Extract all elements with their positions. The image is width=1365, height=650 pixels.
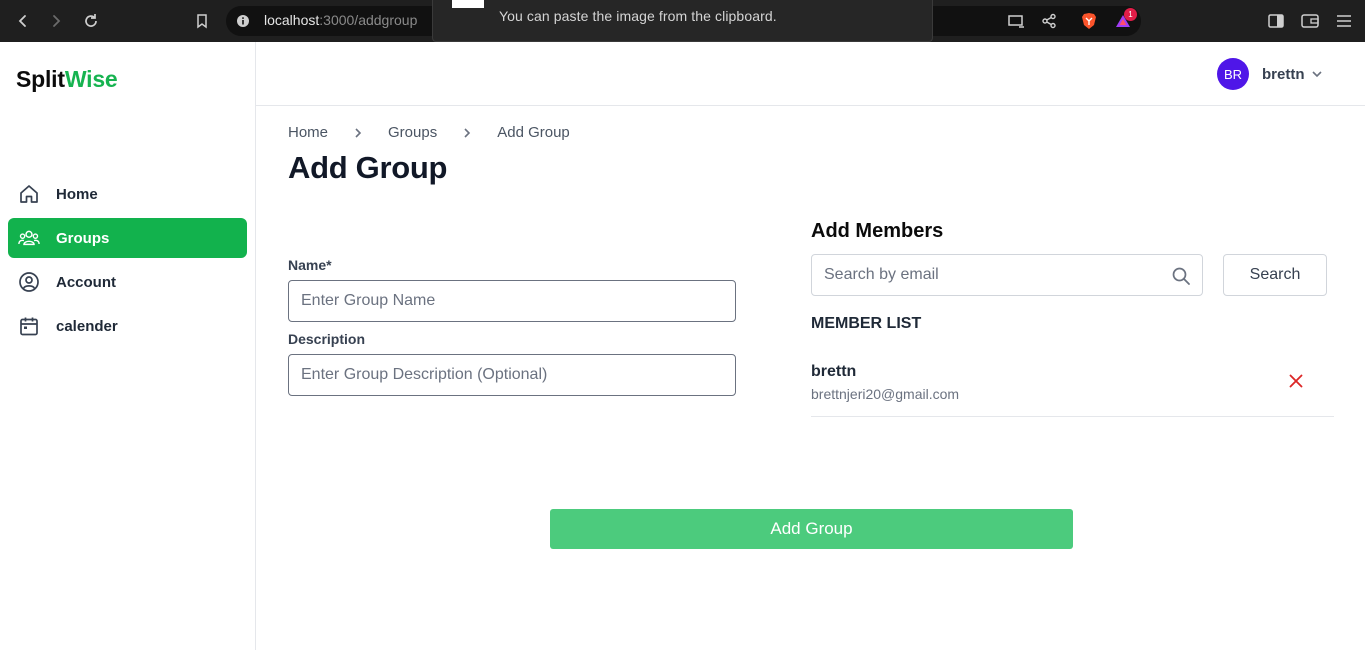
url-text: localhost:3000/addgroup (264, 12, 418, 28)
name-label: Name* (288, 257, 332, 273)
menu-icon[interactable] (1333, 10, 1355, 32)
chevron-right-icon (350, 125, 366, 141)
bookmark-icon[interactable] (191, 10, 213, 32)
sidebar: SplitWise Home Groups Account calender (0, 42, 256, 650)
chevron-down-icon[interactable] (1309, 66, 1325, 82)
sidebar-toggle-icon[interactable] (1265, 10, 1287, 32)
users-icon (18, 227, 40, 249)
add-members-heading: Add Members (811, 220, 944, 242)
cast-icon[interactable] (1005, 10, 1027, 32)
remove-member-button[interactable] (1287, 374, 1305, 392)
page-title: Add Group (288, 150, 448, 185)
clipboard-thumbnail (452, 0, 484, 8)
home-icon (18, 183, 40, 205)
breadcrumb-groups[interactable]: Groups (388, 124, 437, 141)
group-description-input[interactable] (288, 354, 736, 396)
close-icon (1289, 374, 1303, 393)
description-label: Description (288, 331, 366, 347)
share-icon[interactable] (1038, 10, 1060, 32)
clipboard-toast: You can paste the image from the clipboa… (432, 0, 933, 42)
browser-toolbar: localhost:3000/addgroup You can paste th… (0, 0, 1365, 42)
wallet-icon[interactable] (1299, 10, 1321, 32)
site-info-icon[interactable] (232, 10, 254, 32)
breadcrumb-home[interactable]: Home (288, 124, 328, 141)
sidebar-item-label: calender (56, 317, 118, 335)
user-circle-icon (18, 271, 40, 293)
member-name: brettn (811, 363, 857, 380)
sidebar-item-label: Account (56, 273, 116, 291)
member-search-input[interactable] (811, 254, 1203, 296)
sidebar-item-account[interactable]: Account (8, 262, 247, 302)
sidebar-item-calender[interactable]: calender (8, 306, 247, 346)
sidebar-item-label: Groups (56, 229, 110, 247)
notification-badge: 1 (1124, 8, 1137, 21)
calendar-icon (18, 315, 40, 337)
search-button[interactable]: Search (1223, 254, 1327, 296)
sidebar-item-label: Home (56, 185, 98, 203)
toast-message: You can paste the image from the clipboa… (499, 8, 777, 24)
member-email: brettnjeri20@gmail.com (811, 386, 960, 402)
group-name-input[interactable] (288, 280, 736, 322)
user-menu-name[interactable]: brettn (1262, 66, 1305, 83)
brave-shield-icon[interactable] (1078, 10, 1100, 32)
member-list-heading: MEMBER LIST (811, 315, 922, 332)
list-item: brettn brettnjeri20@gmail.com (811, 356, 1334, 417)
avatar[interactable]: BR (1217, 58, 1249, 90)
forward-icon[interactable] (45, 10, 67, 32)
top-header: BR brettn (256, 42, 1365, 106)
sidebar-item-groups[interactable]: Groups (8, 218, 247, 258)
sidebar-item-home[interactable]: Home (8, 174, 247, 214)
add-group-button[interactable]: Add Group (550, 509, 1073, 549)
app-logo[interactable]: SplitWise (16, 66, 118, 93)
back-icon[interactable] (12, 10, 34, 32)
breadcrumb: Home Groups Add Group (288, 124, 570, 141)
search-icon (1171, 266, 1191, 286)
reload-icon[interactable] (80, 10, 102, 32)
breadcrumb-add-group[interactable]: Add Group (497, 124, 570, 141)
chevron-right-icon (459, 125, 475, 141)
